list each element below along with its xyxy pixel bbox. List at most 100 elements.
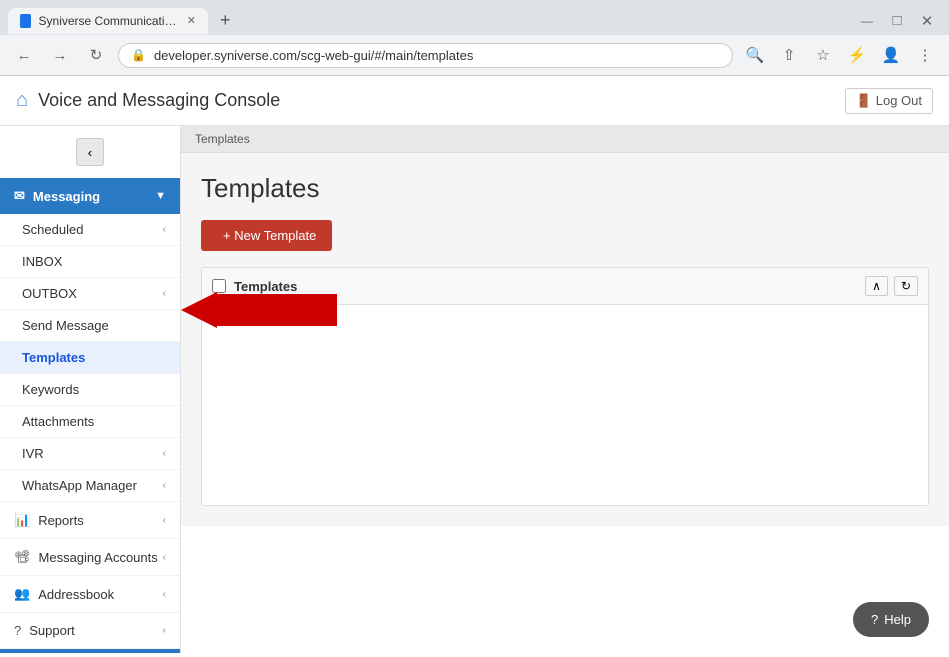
refresh-icon: ↻: [901, 279, 911, 293]
addressbook-chevron-icon: ‹: [163, 589, 166, 600]
home-icon[interactable]: ⌂: [16, 89, 28, 112]
messaging-section: ✉ Messaging ▼ Scheduled ‹ INBOX OUTBOX ‹: [0, 178, 180, 502]
help-button-container: ? Help: [853, 602, 929, 637]
help-button[interactable]: ? Help: [853, 602, 929, 637]
menu-button[interactable]: ⋮: [911, 41, 939, 69]
sidebar-item-templates[interactable]: Templates: [0, 342, 180, 374]
addressbook-icon: 👥: [14, 586, 30, 602]
content-outer: Templates Templates + New Template Templ…: [181, 126, 949, 653]
outbox-chevron-icon: ‹: [163, 288, 166, 299]
back-button[interactable]: ←: [10, 41, 38, 69]
sidebar-item-attachments[interactable]: Attachments: [0, 406, 180, 438]
sidebar-collapse-button[interactable]: ‹: [76, 138, 104, 166]
sidebar-item-support[interactable]: ? Support ‹: [0, 613, 180, 649]
table-select-all-checkbox[interactable]: [212, 279, 226, 293]
sidebar-item-messaging-accounts-label: Messaging Accounts: [39, 550, 158, 565]
reports-icon: 📊: [14, 512, 30, 528]
table-collapse-button[interactable]: ∧: [865, 276, 888, 296]
help-question-icon: ?: [871, 612, 878, 627]
sidebar-item-messaging-accounts[interactable]: 📽 Messaging Accounts ‹: [0, 539, 180, 576]
logout-button[interactable]: 🚪 Log Out: [845, 88, 933, 114]
sidebar-item-whatsapp-manager[interactable]: WhatsApp Manager ‹: [0, 470, 180, 502]
lock-icon: 🔒: [131, 48, 146, 62]
toolbar-right: 🔍 ⇧ ☆ ⚡ 👤 ⋮: [741, 41, 939, 69]
tab-bar: Syniverse Communication Gatew... ✕ + — □…: [0, 0, 949, 35]
sidebar-item-whatsapp-label: WhatsApp Manager: [22, 478, 137, 493]
scheduled-chevron-icon: ‹: [163, 224, 166, 235]
sidebar-item-outbox[interactable]: OUTBOX ‹: [0, 278, 180, 310]
app-header: ⌂ Voice and Messaging Console 🚪 Log Out: [0, 76, 949, 126]
sidebar-item-application-wizard[interactable]: 🔗 Application Wizard BETA: [0, 649, 180, 653]
breadcrumb: Templates: [181, 126, 949, 153]
main-layout: ‹ ✉ Messaging ▼ Scheduled ‹ INBOX: [0, 126, 949, 653]
url-display: developer.syniverse.com/scg-web-gui/#/ma…: [154, 48, 720, 63]
sidebar-item-reports[interactable]: 📊 Reports ‹: [0, 502, 180, 539]
messaging-icon: ✉: [14, 188, 25, 204]
sidebar-item-ivr-label: IVR: [22, 446, 44, 461]
logout-label: Log Out: [876, 93, 922, 108]
sidebar-item-scheduled[interactable]: Scheduled ‹: [0, 214, 180, 246]
support-chevron-icon: ‹: [163, 625, 166, 636]
messaging-accounts-chevron-icon: ‹: [163, 552, 166, 563]
sidebar-item-templates-label: Templates: [22, 350, 85, 365]
maximize-button[interactable]: □: [883, 7, 911, 35]
app-header-left: ⌂ Voice and Messaging Console: [16, 89, 280, 112]
new-tab-button[interactable]: +: [212, 6, 239, 35]
breadcrumb-text: Templates: [195, 132, 250, 146]
red-arrow: [181, 292, 337, 328]
search-button[interactable]: 🔍: [741, 41, 769, 69]
sidebar-item-outbox-label: OUTBOX: [22, 286, 77, 301]
sidebar-item-reports-label: Reports: [38, 513, 84, 528]
minimize-button[interactable]: —: [853, 7, 881, 35]
reports-chevron-icon: ‹: [163, 515, 166, 526]
sidebar-item-send-message-label: Send Message: [22, 318, 109, 333]
bookmark-button[interactable]: ☆: [809, 41, 837, 69]
app-header-right: 🚪 Log Out: [845, 88, 933, 114]
browser-chrome: Syniverse Communication Gatew... ✕ + — □…: [0, 0, 949, 76]
logout-icon: 🚪: [856, 93, 872, 109]
profile-button[interactable]: 👤: [877, 41, 905, 69]
messaging-section-header[interactable]: ✉ Messaging ▼: [0, 178, 180, 214]
whatsapp-chevron-icon: ‹: [163, 480, 166, 491]
sidebar-item-inbox[interactable]: INBOX: [0, 246, 180, 278]
close-window-button[interactable]: ✕: [913, 7, 941, 35]
help-label: Help: [884, 612, 911, 627]
sidebar-item-scheduled-label: Scheduled: [22, 222, 83, 237]
messaging-label: Messaging: [33, 189, 100, 204]
tab-title: Syniverse Communication Gatew...: [39, 14, 179, 28]
ivr-chevron-icon: ‹: [163, 448, 166, 459]
reload-button[interactable]: ↻: [82, 41, 110, 69]
sidebar-bottom-sections: 📊 Reports ‹ 📽 Messaging Accounts ‹ 👥: [0, 502, 180, 649]
window-controls: — □ ✕: [853, 7, 941, 35]
forward-button[interactable]: →: [46, 41, 74, 69]
extensions-button[interactable]: ⚡: [843, 41, 871, 69]
address-bar[interactable]: 🔒 developer.syniverse.com/scg-web-gui/#/…: [118, 43, 733, 68]
sidebar-item-addressbook-label: Addressbook: [38, 587, 114, 602]
messaging-accounts-icon: 📽: [14, 549, 31, 565]
new-template-label: + New Template: [223, 228, 316, 243]
messaging-chevron-icon: ▼: [155, 190, 166, 202]
page-title: Templates: [201, 173, 929, 204]
sidebar-item-send-message[interactable]: Send Message: [0, 310, 180, 342]
sidebar-item-keywords[interactable]: Keywords: [0, 374, 180, 406]
table-body: [202, 305, 928, 505]
collapse-icon: ∧: [872, 279, 881, 293]
sidebar-item-support-label: Support: [29, 623, 75, 638]
table-header-actions: ∧ ↻: [865, 276, 918, 296]
sidebar-item-addressbook[interactable]: 👥 Addressbook ‹: [0, 576, 180, 613]
active-tab[interactable]: Syniverse Communication Gatew... ✕: [8, 8, 208, 34]
sidebar-item-attachments-label: Attachments: [22, 414, 94, 429]
sidebar: ‹ ✉ Messaging ▼ Scheduled ‹ INBOX: [0, 126, 181, 653]
browser-toolbar: ← → ↻ 🔒 developer.syniverse.com/scg-web-…: [0, 35, 949, 75]
tab-close-icon[interactable]: ✕: [187, 14, 196, 27]
table-refresh-button[interactable]: ↻: [894, 276, 918, 296]
sidebar-item-inbox-label: INBOX: [22, 254, 62, 269]
sidebar-item-ivr[interactable]: IVR ‹: [0, 438, 180, 470]
support-icon: ?: [14, 623, 21, 638]
sidebar-item-keywords-label: Keywords: [22, 382, 79, 397]
app-title: Voice and Messaging Console: [38, 90, 280, 111]
share-button[interactable]: ⇧: [775, 41, 803, 69]
content-body: Templates + New Template Templates: [181, 153, 949, 526]
tab-favicon: [20, 14, 31, 28]
new-template-button[interactable]: + New Template: [201, 220, 332, 251]
